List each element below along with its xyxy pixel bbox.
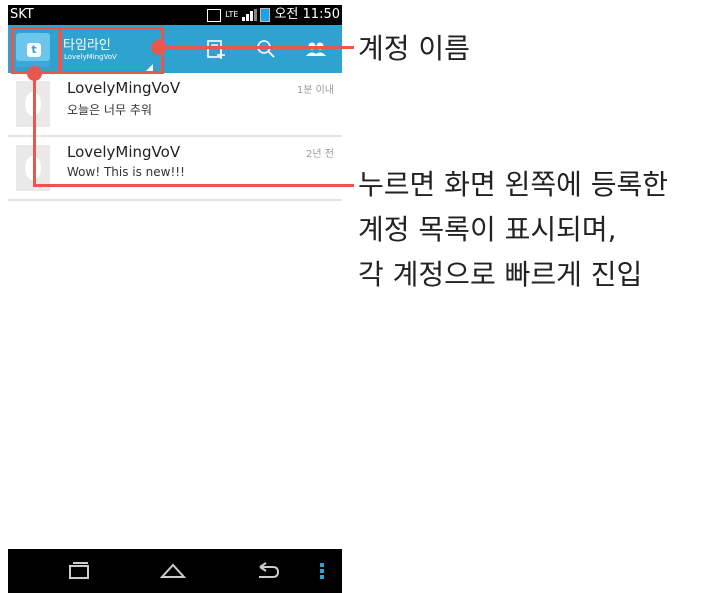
tweet-row[interactable]: LovelyMingVoV 1분 이내 오늘은 너무 추워 <box>8 73 342 137</box>
tweet-row[interactable]: LovelyMingVoV 2년 전 Wow! This is new!!! <box>8 137 342 201</box>
people-button[interactable] <box>304 37 328 61</box>
tweet-text: Wow! This is new!!! <box>67 165 185 179</box>
callout-line <box>33 184 354 187</box>
status-bar: SKT LTE 오전 11:50 <box>8 5 342 25</box>
battery-icon <box>260 8 271 22</box>
home-button[interactable] <box>159 559 187 583</box>
tweet-author: LovelyMingVoV <box>67 143 181 161</box>
status-icons: LTE 오전 11:50 <box>207 5 340 25</box>
callout-line <box>33 73 36 187</box>
press-note-line-1: 누르면 화면 왼쪽에 등록한 <box>358 168 669 201</box>
status-time: 오전 11:50 <box>274 7 340 22</box>
account-name-note: 계정 이름 <box>358 32 470 65</box>
tweet-time: 1분 이내 <box>296 85 334 96</box>
nav-bar <box>8 549 342 593</box>
search-button[interactable] <box>254 37 278 61</box>
carrier-label: SKT <box>10 7 34 22</box>
people-icon <box>306 42 326 56</box>
back-button[interactable] <box>255 559 281 583</box>
compose-icon <box>207 40 225 59</box>
compose-button[interactable] <box>204 37 228 61</box>
lte-indicator: LTE <box>225 10 239 19</box>
phone-screen: SKT LTE 오전 11:50 t 타임라인 LovelyMingVoV Lo… <box>8 5 342 593</box>
tweet-time: 2년 전 <box>306 149 334 160</box>
home-icon <box>159 563 187 578</box>
account-highlight <box>58 27 164 74</box>
notification-icon <box>207 8 222 22</box>
tweet-text: 오늘은 너무 추워 <box>67 103 152 117</box>
press-note-line-3: 각 계정으로 빠르게 진입 <box>358 258 643 291</box>
menu-button[interactable] <box>318 559 326 583</box>
press-note-line-2: 계정 목록이 표시되며, <box>358 213 617 246</box>
search-icon <box>257 40 275 58</box>
callout-line <box>158 46 354 49</box>
recent-apps-icon <box>69 562 89 579</box>
back-icon <box>259 562 280 578</box>
signal-icon <box>242 9 258 21</box>
overflow-menu-icon <box>320 563 324 579</box>
tweet-author: LovelyMingVoV <box>67 79 181 97</box>
timeline-list: LovelyMingVoV 1분 이내 오늘은 너무 추워 LovelyMing… <box>8 73 342 549</box>
recent-apps-button[interactable] <box>66 559 92 583</box>
